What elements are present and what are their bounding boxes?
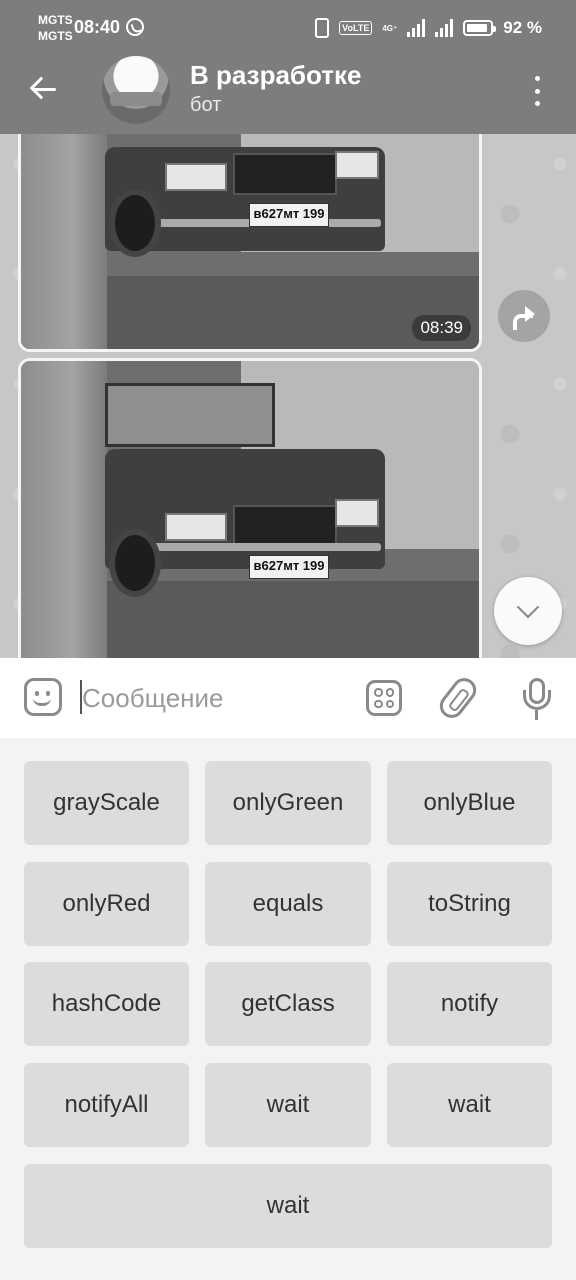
mic-icon[interactable] xyxy=(522,678,552,722)
emoji-icon[interactable] xyxy=(24,678,62,716)
car-photo: в627мт 199 xyxy=(21,361,479,658)
back-button[interactable] xyxy=(26,74,62,106)
status-bar: MGTS MGTS 08:40 VoLTE 4G⁺ 92 % xyxy=(0,0,576,56)
key-notify[interactable]: notify xyxy=(387,962,552,1046)
volte-icon: VoLTE xyxy=(339,21,373,35)
status-time: 08:40 xyxy=(74,17,121,37)
chevron-down-icon xyxy=(516,595,540,619)
battery-icon xyxy=(463,20,497,36)
carrier-1: MGTS xyxy=(38,13,73,27)
scroll-down-button[interactable] xyxy=(494,577,562,645)
chat-area[interactable]: в627мт 199 08:39 в627мт 199 xyxy=(0,134,576,658)
key-notify-all[interactable]: notifyAll xyxy=(24,1063,189,1147)
message-time: 08:39 xyxy=(412,315,471,341)
key-wait[interactable]: wait xyxy=(24,1164,552,1248)
top-bar: MGTS MGTS 08:40 VoLTE 4G⁺ 92 % В разрабо… xyxy=(0,0,576,134)
chat-subtitle: бот xyxy=(190,94,222,116)
photo-message[interactable]: в627мт 199 08:39 xyxy=(18,134,482,352)
battery-fill xyxy=(467,24,488,32)
key-only-red[interactable]: onlyRed xyxy=(24,862,189,946)
attach-icon[interactable] xyxy=(434,673,482,723)
avatar[interactable] xyxy=(102,56,170,124)
key-equals[interactable]: equals xyxy=(205,862,371,946)
license-plate: в627мт 199 xyxy=(249,203,329,227)
message-input[interactable] xyxy=(82,678,342,718)
key-wait[interactable]: wait xyxy=(387,1063,552,1147)
key-to-string[interactable]: toString xyxy=(387,862,552,946)
apps-icon[interactable] xyxy=(366,680,402,716)
signal-icon xyxy=(435,19,454,37)
chat-title[interactable]: В разработке xyxy=(190,60,361,91)
signal-icon xyxy=(407,19,426,37)
key-get-class[interactable]: getClass xyxy=(205,962,371,1046)
photo-message[interactable]: в627мт 199 xyxy=(18,358,482,658)
carrier-names: MGTS MGTS xyxy=(38,12,73,44)
more-vertical-icon[interactable] xyxy=(528,76,546,106)
status-indicators: VoLTE 4G⁺ 92 % xyxy=(315,16,542,40)
bot-keyboard: grayScale onlyGreen onlyBlue onlyRed equ… xyxy=(0,738,576,1280)
key-hash-code[interactable]: hashCode xyxy=(24,962,189,1046)
share-button[interactable] xyxy=(498,290,550,342)
carrier-2: MGTS xyxy=(38,29,73,43)
vibrate-icon xyxy=(315,18,330,38)
battery-percent: 92 % xyxy=(503,18,542,37)
key-wait[interactable]: wait xyxy=(205,1063,371,1147)
whatsapp-icon xyxy=(126,18,144,36)
network-type: 4G⁺ xyxy=(382,23,398,33)
message-composer xyxy=(0,658,576,738)
key-only-blue[interactable]: onlyBlue xyxy=(387,761,552,845)
license-plate: в627мт 199 xyxy=(249,555,329,579)
key-grayscale[interactable]: grayScale xyxy=(24,761,189,845)
key-only-green[interactable]: onlyGreen xyxy=(205,761,371,845)
car-photo: в627мт 199 xyxy=(21,134,479,349)
